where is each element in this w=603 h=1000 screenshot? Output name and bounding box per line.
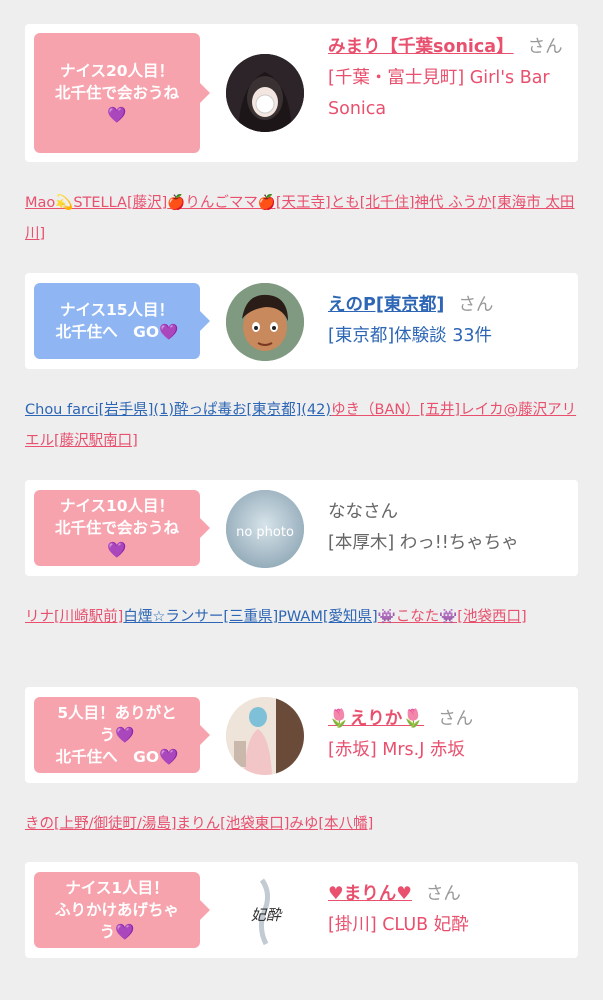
message-bubble: ナイス10人目！ 北千住で会おうね 💜 — [34, 490, 210, 566]
user-link[interactable]: まりん[池袋東口] — [177, 816, 290, 832]
user-name-link[interactable]: みまり【千葉sonica】 — [328, 37, 514, 57]
bubble-line: 北千住で会おうね — [54, 519, 179, 537]
avatar[interactable] — [226, 54, 304, 132]
cartoon-man-icon — [226, 283, 304, 361]
user-link[interactable]: Chou farci[岩手県](1) — [25, 402, 174, 418]
bubble-line: 💜 — [107, 541, 127, 559]
info: ななさん [本厚木] わっ!!ちゃちゃ — [328, 497, 568, 559]
review-count[interactable]: [東京都]体験談 33件 — [328, 321, 568, 352]
user-name: ななさん — [328, 502, 398, 522]
san-label: さん — [425, 884, 461, 904]
user-link[interactable]: 白煙☆ランサー[三重県] — [123, 609, 278, 625]
bubble-line: 北千住で会おうね — [54, 84, 179, 102]
shop-info: [本厚木] わっ!!ちゃちゃ — [328, 533, 519, 553]
bubble-line: 北千住へ GO💜 — [55, 323, 179, 341]
message-bubble: ナイス20人目！ 北千住で会おうね 💜 — [34, 33, 210, 153]
info: みまり【千葉sonica】 さん [千葉・富士見町] Girl's Bar Son… — [328, 32, 568, 125]
bubble-line: ナイス15人目！ — [59, 301, 175, 319]
link-row-2: Chou farci[岩手県](1)酔っぱ毒お[東京都](42)ゆき（BAN）[… — [25, 395, 580, 457]
shop-info[interactable]: [赤坂] Mrs.J 赤坂 — [328, 735, 568, 766]
user-link[interactable]: みゆ[本八幡] — [289, 816, 373, 832]
shop-info[interactable]: [千葉・富士見町] Girl's Bar Sonica — [328, 63, 568, 125]
card-5[interactable]: ナイス1人目！ ふりかけあげちゃ う💜 妃酔 ♥まりん♥ さん [掛川] CLUB… — [25, 862, 578, 958]
user-link[interactable]: 🍎りんごママ🍎[天王寺] — [167, 195, 330, 211]
bubble-line: ナイス1人目！ — [65, 879, 169, 897]
woman-photo-icon — [226, 697, 304, 775]
bubble-line: ナイス10人目！ — [59, 497, 175, 515]
avatar[interactable]: no photo — [226, 490, 304, 568]
san-label: さん — [527, 37, 563, 57]
user-link[interactable]: Mao💫STELLA[藤沢] — [25, 195, 167, 211]
user-link[interactable]: ゆき（BAN）[五井] — [331, 402, 460, 418]
message-bubble: ナイス15人目！ 北千住へ GO💜 — [34, 283, 210, 359]
avatar[interactable] — [226, 283, 304, 361]
bubble-line: 💜 — [107, 106, 127, 124]
user-link[interactable]: PWAM[愛知県] — [278, 609, 378, 625]
info: えのP[東京都] さん [東京都]体験談 33件 — [328, 290, 568, 352]
name-line: えのP[東京都] さん — [328, 290, 568, 321]
card-4[interactable]: 5人目！ありがと う💜 北千住へ GO💜 🌷えりか🌷 さん [赤坂] Mrs.J … — [25, 687, 578, 783]
avatar[interactable]: 妃酔 — [226, 872, 304, 950]
link-row-3: リナ[川崎駅前]白煙☆ランサー[三重県]PWAM[愛知県]👾こなた👾[池袋西口] — [25, 602, 580, 633]
card-3[interactable]: ナイス10人目！ 北千住で会おうね 💜 no photo ななさん [本厚木] … — [25, 480, 578, 576]
club-logo-icon: 妃酔 — [226, 872, 304, 950]
link-row-4: きの[上野/御徒町/湯島]まりん[池袋東口]みゆ[本八幡] — [25, 809, 580, 840]
user-link[interactable]: リナ[川崎駅前] — [25, 609, 123, 625]
san-label: さん — [438, 709, 474, 729]
bubble-line: う💜 — [99, 726, 135, 744]
user-name-link[interactable]: 🌷えりか🌷 — [328, 709, 424, 729]
info: ♥まりん♥ さん [掛川] CLUB 妃酔 — [328, 879, 568, 941]
name-line: みまり【千葉sonica】 さん — [328, 32, 568, 63]
bubble-line: ふりかけあげちゃ — [54, 901, 179, 919]
card-2[interactable]: ナイス15人目！ 北千住へ GO💜 えのP[東京都] さん [東京都]体験談 33… — [25, 273, 578, 369]
user-link[interactable]: とも[北千住] — [331, 195, 415, 211]
logo-text: 妃酔 — [251, 906, 283, 924]
shop-info[interactable]: [掛川] CLUB 妃酔 — [328, 910, 568, 941]
message-bubble: ナイス1人目！ ふりかけあげちゃ う💜 — [34, 872, 210, 948]
user-link[interactable]: 酔っぱ毒お[東京都](42) — [174, 402, 331, 418]
bubble-line: ナイス20人目！ — [59, 62, 175, 80]
no-photo-label: no photo — [236, 525, 294, 540]
bubble-line: 北千住へ GO💜 — [55, 748, 179, 766]
name-line: ♥まりん♥ さん — [328, 879, 568, 910]
card-1[interactable]: ナイス20人目！ 北千住で会おうね 💜 みまり【千葉sonica】 さん [千葉・… — [25, 24, 578, 162]
avatar[interactable] — [226, 697, 304, 775]
user-name-link[interactable]: えのP[東京都] — [328, 295, 444, 315]
link-row-1: Mao💫STELLA[藤沢]🍎りんごママ🍎[天王寺]とも[北千住]神代 ふうか[… — [25, 188, 580, 250]
user-link[interactable]: 👾こなた👾[池袋西口] — [378, 609, 527, 625]
info: 🌷えりか🌷 さん [赤坂] Mrs.J 赤坂 — [328, 704, 568, 766]
page: ナイス20人目！ 北千住で会おうね 💜 みまり【千葉sonica】 さん [千葉・… — [0, 0, 603, 1000]
bubble-line: う💜 — [99, 923, 135, 941]
name-line: ななさん — [328, 497, 568, 528]
bubble-line: 5人目！ありがと — [57, 704, 177, 722]
user-name-link[interactable]: ♥まりん♥ — [328, 884, 412, 904]
name-line: 🌷えりか🌷 さん — [328, 704, 568, 735]
user-link[interactable]: きの[上野/御徒町/湯島] — [25, 816, 177, 832]
no-photo-icon: no photo — [226, 490, 304, 568]
message-bubble: 5人目！ありがと う💜 北千住へ GO💜 — [34, 697, 210, 773]
girl-photo-icon — [226, 54, 304, 132]
san-label: さん — [458, 295, 494, 315]
